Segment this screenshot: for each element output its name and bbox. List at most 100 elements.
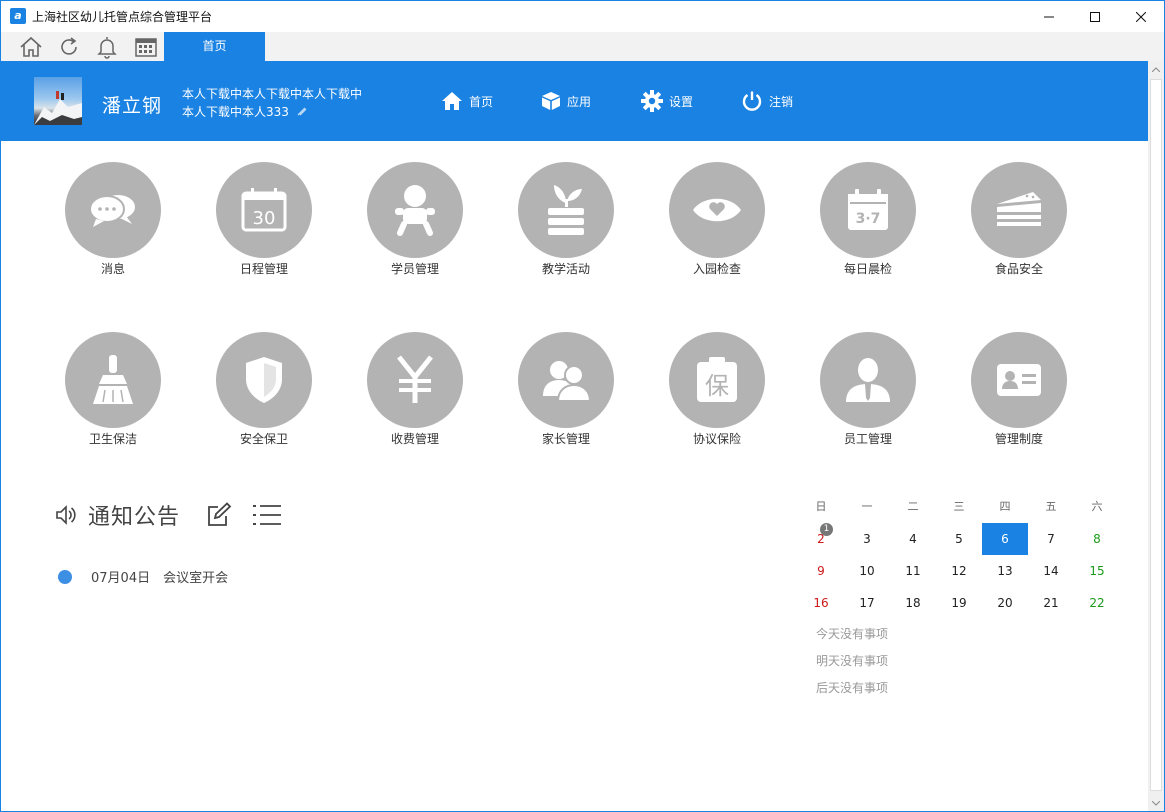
- module-insurance[interactable]: 保 协议保险: [657, 332, 777, 452]
- module-icon-circle: [367, 332, 463, 428]
- tab-home[interactable]: 首页: [164, 32, 265, 61]
- module-regulations[interactable]: 管理制度: [959, 332, 1079, 452]
- calendar-day[interactable]: 10: [844, 555, 890, 587]
- calendar-day[interactable]: 14: [1028, 555, 1074, 587]
- calendar-day[interactable]: 20: [982, 587, 1028, 619]
- calendar-day[interactable]: 5: [936, 523, 982, 555]
- module-morning-check[interactable]: 3·7 每日晨检: [808, 162, 928, 282]
- insurance-icon: 保: [697, 357, 737, 402]
- nav-logout[interactable]: 注销: [741, 90, 793, 112]
- notice-text: 会议室开会: [163, 571, 229, 586]
- module-icon-circle: [518, 162, 614, 258]
- calendar-day[interactable]: 19: [936, 587, 982, 619]
- calendar-day[interactable]: 16: [798, 587, 844, 619]
- speaker-icon: [56, 505, 76, 525]
- vertical-scrollbar[interactable]: [1148, 61, 1164, 811]
- refresh-button[interactable]: [55, 34, 83, 60]
- calendar-day[interactable]: 4: [890, 523, 936, 555]
- shield-icon: [246, 357, 282, 403]
- chat-bubbles-icon: [89, 195, 135, 227]
- scroll-up-button[interactable]: [1148, 61, 1164, 77]
- nav-settings[interactable]: 设置: [641, 90, 693, 112]
- avatar[interactable]: [34, 77, 82, 125]
- calendar-day[interactable]: 9: [798, 555, 844, 587]
- user-description-text: 本人下载中本人333: [182, 105, 289, 119]
- module-icon-circle: [971, 332, 1067, 428]
- home-outline-icon: [20, 36, 42, 57]
- module-label: 每日晨检: [843, 262, 892, 276]
- nav-apps[interactable]: 应用: [541, 90, 591, 112]
- tomorrow-agenda-note: 明天没有事项: [816, 654, 889, 668]
- weekday-fri: 五: [1045, 500, 1057, 513]
- calendar-day[interactable]: 21: [1028, 587, 1074, 619]
- calendar-30-icon: 30: [241, 188, 287, 232]
- toolbar-home-button[interactable]: [17, 34, 45, 60]
- calendar-day[interactable]: 11: [890, 555, 936, 587]
- power-icon: [742, 91, 762, 111]
- cake-icon: [997, 192, 1041, 226]
- nav-apps-label: 应用: [567, 94, 592, 109]
- module-entry-check[interactable]: 入园检查: [657, 162, 777, 282]
- edit-description-icon[interactable]: [296, 105, 308, 117]
- close-button[interactable]: [1118, 1, 1164, 32]
- insurance-character: 保: [705, 372, 729, 400]
- id-card-icon: [997, 364, 1041, 396]
- notifications-button[interactable]: [93, 34, 121, 60]
- module-cleaning[interactable]: 卫生保洁: [53, 332, 173, 452]
- employee-icon: [846, 358, 890, 402]
- calendar-day[interactable]: 15: [1074, 555, 1120, 587]
- minimize-icon: [1044, 16, 1054, 17]
- calendar-day[interactable]: 13: [982, 555, 1028, 587]
- calendar-day[interactable]: 12: [936, 555, 982, 587]
- module-students[interactable]: 学员管理: [355, 162, 475, 282]
- weekday-mon: 一: [861, 500, 873, 513]
- module-label: 学员管理: [390, 262, 439, 276]
- module-label: 教学活动: [541, 262, 590, 276]
- module-schedule[interactable]: 30 日程管理: [204, 162, 324, 282]
- list-icon[interactable]: [252, 503, 282, 527]
- module-messages[interactable]: 消息: [53, 162, 173, 282]
- module-icon-circle: [820, 332, 916, 428]
- calendar-day[interactable]: 17: [844, 587, 890, 619]
- scroll-thumb[interactable]: [1150, 79, 1162, 791]
- mountain-photo-icon: [34, 91, 82, 125]
- module-parents[interactable]: 家长管理: [506, 332, 626, 452]
- weekday-sun: 日: [815, 500, 827, 513]
- refresh-icon: [61, 37, 77, 55]
- scroll-down-button[interactable]: [1148, 795, 1164, 811]
- module-label: 消息: [100, 262, 125, 276]
- chevron-down-icon: [1152, 800, 1160, 806]
- bell-icon: [97, 37, 117, 59]
- calendar-day[interactable]: 3: [844, 523, 890, 555]
- app-logo-icon: a: [10, 8, 26, 24]
- module-fees[interactable]: 收费管理: [355, 332, 475, 452]
- calendar-toolbar-button[interactable]: [132, 34, 160, 60]
- notice-dot-icon: [58, 569, 72, 584]
- module-teaching[interactable]: 教学活动: [506, 162, 626, 282]
- cube-icon: [542, 92, 560, 110]
- module-security[interactable]: 安全保卫: [204, 332, 324, 452]
- notice-title: 通知公告: [88, 505, 181, 530]
- module-label: 日程管理: [239, 262, 288, 276]
- gear-icon: [641, 90, 663, 112]
- edit-notice-icon[interactable]: [206, 502, 232, 528]
- notice-list-item[interactable]: 07月04日 会议室开会: [58, 567, 228, 586]
- calendar-day[interactable]: 22: [1074, 587, 1120, 619]
- yen-icon: [397, 355, 433, 403]
- module-food-safety[interactable]: 食品安全: [959, 162, 1079, 282]
- calendar-day[interactable]: 7: [1028, 523, 1074, 555]
- calendar-day-today[interactable]: 6: [982, 523, 1028, 555]
- maximize-button[interactable]: [1072, 1, 1118, 32]
- notice-date: 07月04日: [91, 571, 151, 586]
- minimize-button[interactable]: [1026, 1, 1072, 32]
- calendar-day[interactable]: 8: [1074, 523, 1120, 555]
- today-agenda-note: 今天没有事项: [816, 627, 889, 641]
- module-icon-circle: 保: [669, 332, 765, 428]
- nav-home[interactable]: 首页: [441, 90, 493, 112]
- calendar-grid-icon: [135, 38, 157, 57]
- user-description-line2: 本人下载中本人333: [182, 103, 308, 120]
- weekday-sat: 六: [1091, 500, 1103, 513]
- module-staff[interactable]: 员工管理: [808, 332, 928, 452]
- calendar-day[interactable]: 18: [890, 587, 936, 619]
- calendar-day[interactable]: 2 1: [798, 523, 844, 555]
